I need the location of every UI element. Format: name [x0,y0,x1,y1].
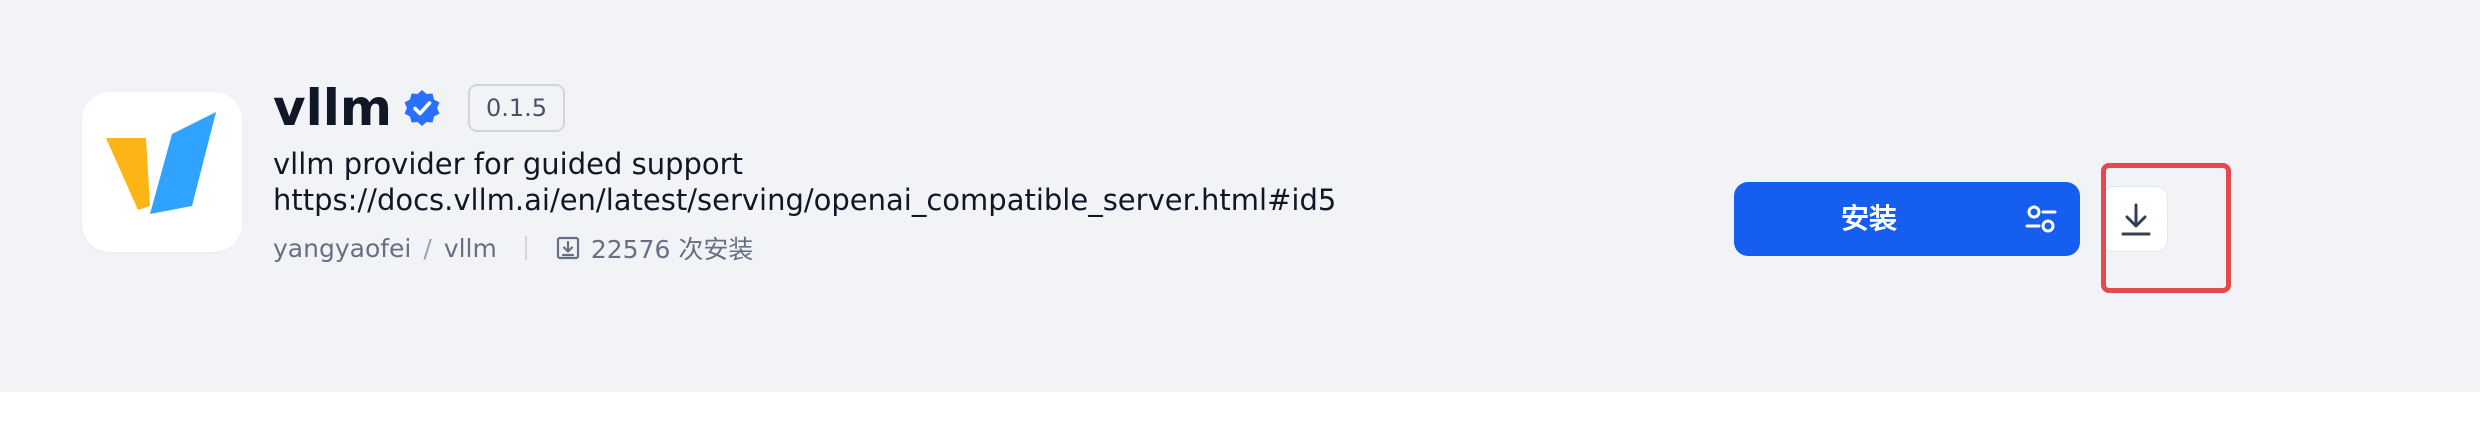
sliders-icon[interactable] [2024,202,2058,236]
plugin-doc-link: https://docs.vllm.ai/en/latest/serving/o… [273,183,1337,217]
vllm-logo-icon [106,112,216,214]
highlight-annotation-box [2101,163,2231,293]
plugin-logo [82,92,242,252]
plugin-header-panel: vllm 0.1.5 vllm provider for guided supp… [0,0,2480,392]
meta-divider [524,236,527,260]
install-button[interactable]: 安装 [1734,182,2080,256]
plugin-title-row: vllm 0.1.5 [273,79,566,137]
plugin-description: vllm provider for guided support [273,147,743,181]
plugin-name: vllm [273,79,392,137]
repo-name: vllm [443,233,497,263]
download-count-icon [556,236,579,260]
version-badge: 0.1.5 [467,84,566,132]
install-count: 22576 次安装 [590,235,754,264]
install-button-label: 安装 [1840,202,1897,235]
path-separator: / [423,233,432,263]
author-name[interactable]: yangyaofei [273,234,411,263]
verified-badge-icon [404,90,440,126]
plugin-meta-row: yangyaofei / vllm 22576 次安装 [273,230,753,266]
